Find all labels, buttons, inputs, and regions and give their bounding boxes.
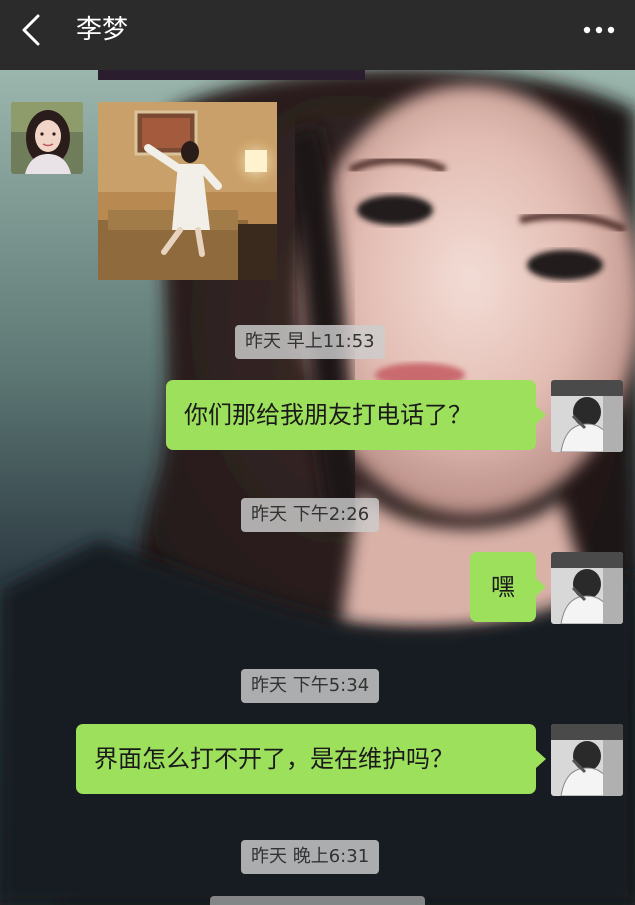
- timestamp: 昨天 下午2:26: [241, 498, 380, 532]
- chat-header: 李梦: [0, 0, 635, 70]
- previous-image-message[interactable]: [98, 70, 365, 80]
- image-message[interactable]: [98, 102, 277, 280]
- my-avatar-image: [551, 380, 623, 452]
- my-avatar[interactable]: [551, 724, 623, 796]
- back-button[interactable]: [12, 10, 52, 50]
- message-bubble-sent[interactable]: 界面怎么打不开了，是在维护吗？: [76, 724, 546, 794]
- message-bubble-sent[interactable]: 你们那给我朋友打电话了？: [166, 380, 546, 450]
- contact-avatar-image: [11, 102, 83, 174]
- my-avatar[interactable]: [551, 380, 623, 452]
- chat-area[interactable]: 昨天 早上11:53 你们那给我朋友打电话了？ 昨天 下午2:26 嘿 昨天 下…: [0, 70, 635, 905]
- next-item-partial: [210, 896, 425, 905]
- more-dots-icon: [583, 26, 615, 34]
- chevron-left-icon: [22, 14, 40, 46]
- my-avatar-image: [551, 724, 623, 796]
- timestamp: 昨天 下午5:34: [241, 669, 380, 703]
- my-avatar-image: [551, 552, 623, 624]
- my-avatar[interactable]: [551, 552, 623, 624]
- chat-title: 李梦: [76, 15, 129, 45]
- contact-avatar[interactable]: [11, 102, 83, 174]
- timestamp: 昨天 晚上6:31: [241, 840, 380, 874]
- timestamp: 昨天 早上11:53: [235, 325, 385, 359]
- more-button[interactable]: [577, 12, 621, 48]
- hotel-room-photo: [98, 102, 277, 280]
- message-bubble-sent[interactable]: 嘿: [470, 552, 546, 622]
